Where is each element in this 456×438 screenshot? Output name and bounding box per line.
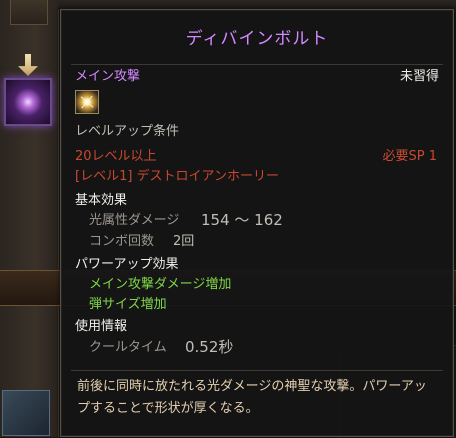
level-requirement: 20レベル以上 [75, 149, 157, 164]
description-divider [71, 370, 443, 371]
skill-slot-frame [10, 0, 48, 25]
combo-value: 2回 [173, 234, 195, 249]
skill-tooltip: ディバインボルト メイン攻撃 未習得 レベルアップ条件 20レベル以上 必要SP… [60, 9, 454, 437]
prerequisite-skill: [レベル1] デストロイアンホーリー [75, 169, 280, 184]
divine-bolt-icon [75, 90, 99, 114]
damage-label: 光属性ダメージ [89, 213, 180, 228]
usage-header: 使用情報 [75, 319, 128, 334]
damage-value: 154 ～ 162 [201, 211, 283, 229]
cooldown-label: クールタイム [89, 340, 167, 355]
powerup-effect: 弾サイズ増加 [89, 297, 167, 312]
skill-slot-divine-bolt[interactable] [4, 78, 52, 126]
skill-title: ディバインボルト [185, 29, 329, 49]
main-attack-label: メイン攻撃 [75, 69, 141, 84]
learn-status: 未習得 [399, 69, 439, 84]
skill-slot-bottom[interactable] [2, 390, 50, 436]
basic-effect-header: 基本効果 [75, 193, 128, 208]
skill-description: 前後に同時に放たれる光ダメージの神聖な攻撃。パワーアップすることで形状が厚くなる… [77, 379, 427, 416]
title-divider [71, 64, 443, 65]
combo-label: コンボ回数 [89, 234, 155, 249]
powerup-header: パワーアップ効果 [75, 257, 179, 272]
powerup-effect: メイン攻撃ダメージ増加 [89, 277, 232, 292]
level-up-header: レベルアップ条件 [75, 124, 180, 139]
sp-requirement: 必要SP 1 [382, 149, 438, 164]
cooldown-value: 0.52秒 [185, 338, 234, 356]
